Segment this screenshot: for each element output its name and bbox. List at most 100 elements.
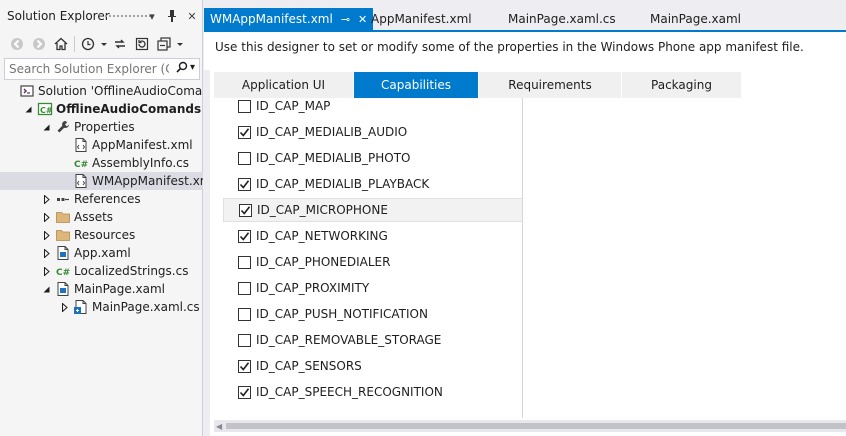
tree-item[interactable]: Solution 'OfflineAudioComands' (1 projec… <box>0 82 203 100</box>
tab-application-ui[interactable]: Application UI <box>214 72 354 98</box>
collapsed-arrow-icon[interactable] <box>40 193 52 205</box>
expanded-arrow-icon[interactable] <box>40 121 52 133</box>
tree-item-label: References <box>74 192 141 206</box>
capability-row[interactable]: ID_CAP_MAP <box>223 98 522 118</box>
forward-icon[interactable] <box>28 33 50 55</box>
pin-icon[interactable] <box>165 8 179 24</box>
solution-explorer-panel: Solution Explorer ▾ ✕ Search Solution Ex… <box>0 0 203 436</box>
tab-mainpage-xaml-cs[interactable]: MainPage.xaml.cs <box>502 8 622 30</box>
capability-checkbox[interactable] <box>238 307 251 321</box>
csharp-project-icon: C# <box>37 101 53 117</box>
solution-explorer-title: Solution Explorer <box>7 9 110 23</box>
clock-icon[interactable] <box>77 33 99 55</box>
capability-row[interactable]: ID_CAP_MICROPHONE <box>223 198 522 222</box>
capability-row[interactable]: ID_CAP_MEDIALIB_AUDIO <box>223 120 522 144</box>
tree-item-label: Assets <box>74 210 114 224</box>
references-icon <box>55 191 71 207</box>
capability-checkbox[interactable] <box>238 333 251 347</box>
tab-requirements[interactable]: Requirements <box>479 72 622 98</box>
search-options-icon[interactable]: ▾ <box>190 62 195 73</box>
capability-checkbox[interactable] <box>238 385 251 399</box>
collapsed-arrow-icon[interactable] <box>40 265 52 277</box>
svg-text:C#: C# <box>40 106 53 115</box>
capability-label: ID_CAP_NETWORKING <box>256 229 388 243</box>
refresh-icon[interactable] <box>131 33 153 55</box>
tree-item[interactable]: Assets <box>0 208 203 226</box>
csharp-code-icon <box>73 299 89 315</box>
csharp-file-icon: C# <box>73 155 89 171</box>
chevron-down-icon-2[interactable] <box>175 33 185 55</box>
tab-mainpage-xaml[interactable]: MainPage.xaml <box>644 8 747 30</box>
expanded-arrow-icon[interactable] <box>40 283 52 295</box>
solution-icon <box>19 83 35 99</box>
capability-row[interactable]: ID_CAP_PUSH_NOTIFICATION <box>223 302 522 326</box>
capability-row[interactable]: ID_CAP_NETWORKING <box>223 224 522 248</box>
capability-label: ID_CAP_PROXIMITY <box>256 281 370 295</box>
xml-file-icon <box>73 173 89 189</box>
tab-appmanifest[interactable]: AppManifest.xml <box>365 8 478 30</box>
capability-checkbox[interactable] <box>238 255 251 269</box>
tree-item[interactable]: WMAppManifest.xml <box>0 172 203 190</box>
tree-item[interactable]: MainPage.xaml <box>0 280 203 298</box>
tree-item[interactable]: AppManifest.xml <box>0 136 203 154</box>
chevron-down-icon[interactable] <box>99 33 109 55</box>
tree-item[interactable]: C#OfflineAudioComands (Windows Phone 8.0… <box>0 100 203 118</box>
capability-checkbox[interactable] <box>238 229 251 243</box>
tree-item[interactable]: C# AssemblyInfo.cs <box>0 154 203 172</box>
tree-item[interactable]: References <box>0 190 203 208</box>
designer-intro-text: Use this designer to set or modify some … <box>215 40 804 54</box>
capability-checkbox[interactable] <box>238 151 251 165</box>
capability-row[interactable]: ID_CAP_PROXIMITY <box>223 276 522 300</box>
capability-label: ID_CAP_MEDIALIB_PLAYBACK <box>256 177 430 191</box>
tab-label: WMAppManifest.xml <box>210 12 333 26</box>
tree-item[interactable]: Resources <box>0 226 203 244</box>
capability-row[interactable]: ID_CAP_REMOVABLE_STORAGE <box>223 328 522 352</box>
designer-left-border <box>204 70 210 436</box>
expanded-arrow-icon[interactable] <box>22 103 34 115</box>
tab-wmappmanifest[interactable]: WMAppManifest.xml ⊸ ✕ <box>204 8 374 30</box>
pin-icon[interactable]: ⊸ <box>341 13 350 26</box>
home-icon[interactable] <box>50 33 72 55</box>
tree-item[interactable]: MainPage.xaml.cs <box>0 298 203 316</box>
capability-row[interactable]: ID_CAP_MEDIALIB_PHOTO <box>223 146 522 170</box>
scrollbar-thumb[interactable] <box>226 423 846 429</box>
horizontal-scrollbar[interactable]: ◀ <box>214 420 846 432</box>
capability-row[interactable]: ID_CAP_PHONEDIALER <box>223 250 522 274</box>
dropdown-arrow-icon[interactable]: ▾ <box>145 8 159 24</box>
capability-checkbox[interactable] <box>239 203 252 217</box>
search-input[interactable] <box>5 62 169 76</box>
collapse-all-icon[interactable] <box>153 33 175 55</box>
capability-checkbox[interactable] <box>238 359 251 373</box>
close-icon[interactable]: ✕ <box>185 8 199 24</box>
capability-label: ID_CAP_MAP <box>256 99 331 113</box>
tree-item[interactable]: App.xaml <box>0 244 203 262</box>
capability-label: ID_CAP_MEDIALIB_AUDIO <box>256 125 408 139</box>
scroll-left-icon[interactable]: ◀ <box>216 422 222 431</box>
capability-label: ID_CAP_SPEECH_RECOGNITION <box>256 385 443 399</box>
solution-explorer-search[interactable]: ▾ <box>4 58 200 80</box>
collapsed-arrow-icon[interactable] <box>40 247 52 259</box>
collapsed-arrow-icon[interactable] <box>40 211 52 223</box>
capability-row[interactable]: ID_CAP_SENSORS <box>223 354 522 378</box>
capability-checkbox[interactable] <box>238 125 251 139</box>
capability-row[interactable]: ID_CAP_MEDIALIB_PLAYBACK <box>223 172 522 196</box>
sync-icon[interactable] <box>109 33 131 55</box>
capability-row[interactable]: ID_CAP_SPEECH_RECOGNITION <box>223 380 522 404</box>
capability-checkbox[interactable] <box>238 281 251 295</box>
tree-item[interactable]: Properties <box>0 118 203 136</box>
capability-checkbox[interactable] <box>238 177 251 191</box>
capability-label: ID_CAP_PHONEDIALER <box>256 255 391 269</box>
tab-label: AppManifest.xml <box>371 12 472 26</box>
tab-capabilities[interactable]: Capabilities <box>354 72 479 98</box>
svg-text:C#: C# <box>56 268 70 278</box>
tree-item[interactable]: C# LocalizedStrings.cs <box>0 262 203 280</box>
back-icon[interactable] <box>6 33 28 55</box>
collapsed-arrow-icon[interactable] <box>58 301 70 313</box>
search-icon[interactable]: ▾ <box>176 61 195 73</box>
capability-checkbox[interactable] <box>238 99 251 113</box>
tab-packaging[interactable]: Packaging <box>622 72 742 98</box>
collapsed-arrow-icon[interactable] <box>40 229 52 241</box>
